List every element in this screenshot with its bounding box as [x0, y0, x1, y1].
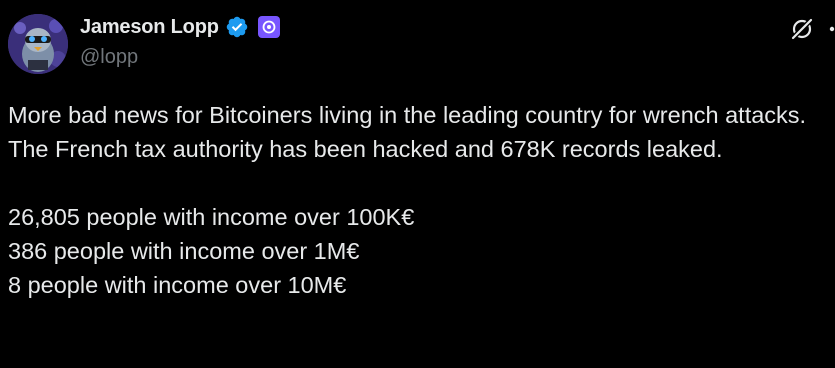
avatar-cartoon-bird-icon: [8, 14, 68, 74]
tweet-paragraph: More bad news for Bitcoiners living in t…: [8, 102, 807, 162]
tweet-line: 26,805 people with income over 100K€: [8, 204, 415, 230]
name-row: Jameson Lopp: [80, 14, 281, 40]
grok-slash-icon[interactable]: [789, 16, 815, 42]
tweet-line: 386 people with income over 1M€: [8, 238, 360, 264]
display-name[interactable]: Jameson Lopp: [80, 16, 219, 39]
avatar[interactable]: [8, 14, 68, 74]
handle[interactable]: @lopp: [80, 46, 281, 69]
affiliate-badge-icon[interactable]: [257, 15, 281, 39]
more-options-icon[interactable]: [826, 16, 835, 42]
tweet-line: 8 people with income over 10M€: [8, 272, 347, 298]
tweet-text: More bad news for Bitcoiners living in t…: [8, 98, 823, 302]
tweet-container: Jameson Lopp @lopp More bad news for Bit…: [0, 0, 835, 368]
tweet-header: Jameson Lopp @lopp: [80, 14, 281, 69]
verified-check-icon: [226, 16, 247, 38]
